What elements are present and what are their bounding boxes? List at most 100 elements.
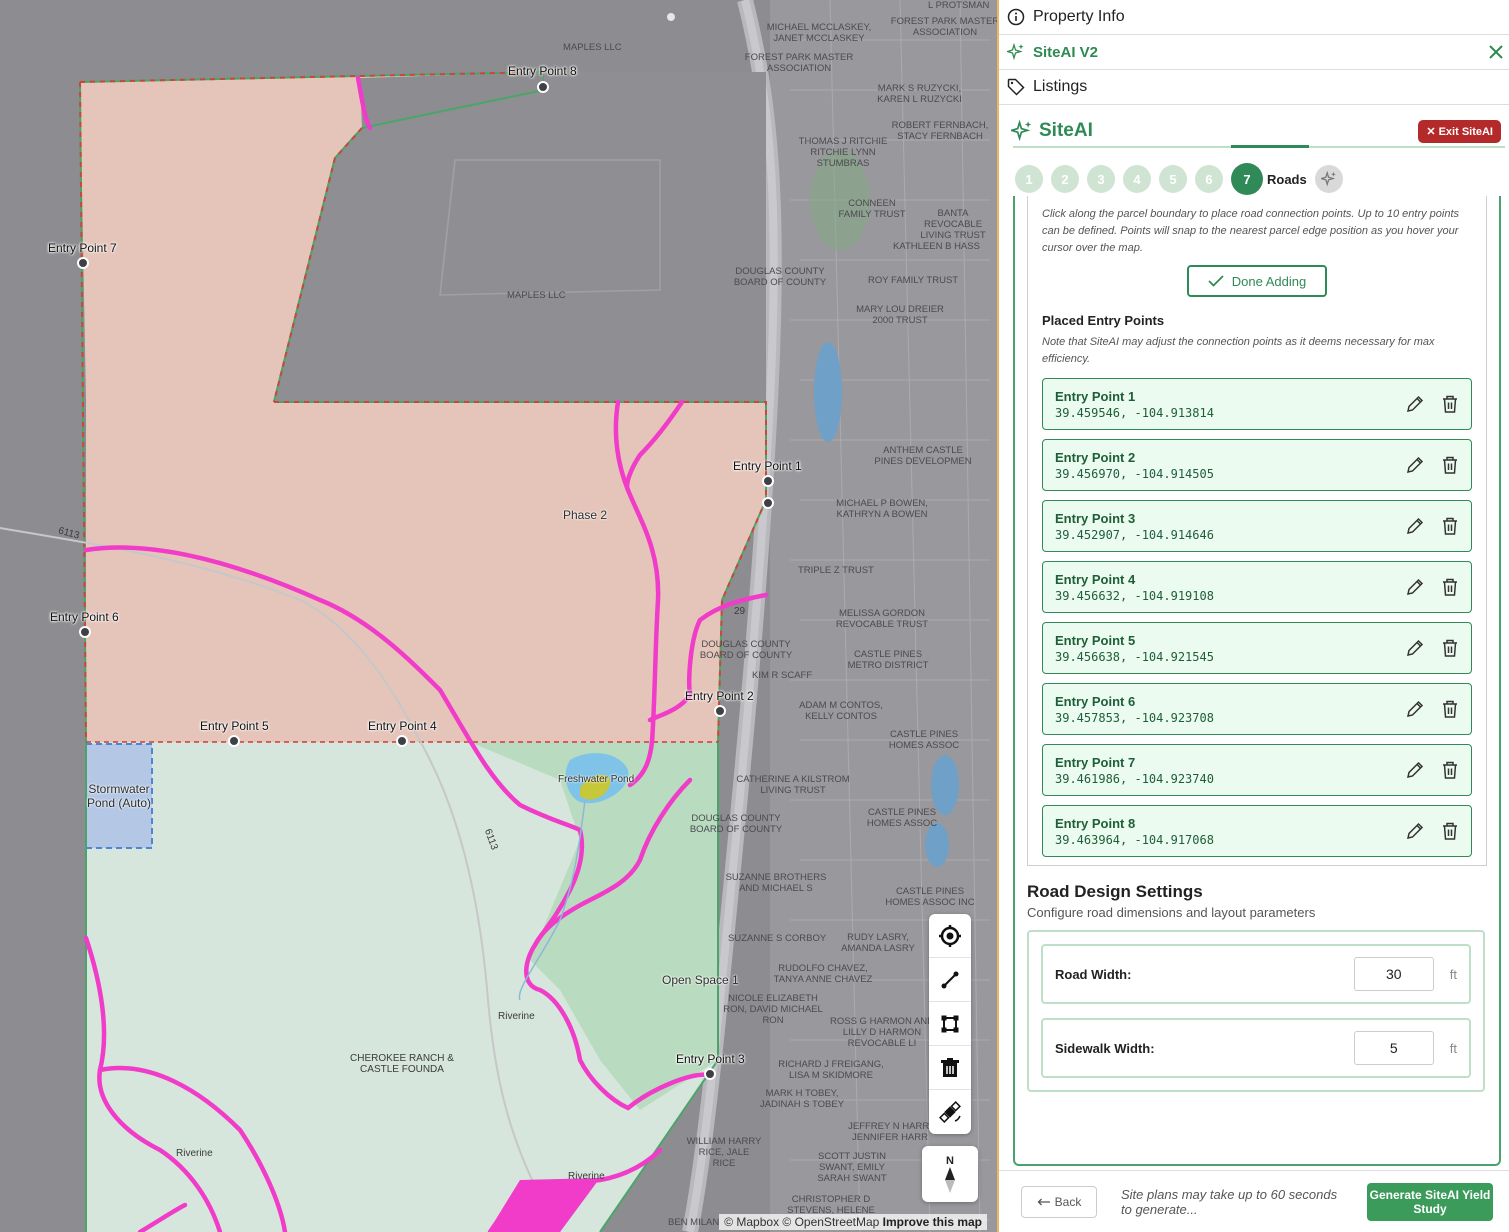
- map-attribution: © Mapbox © OpenStreetMap Improve this ma…: [719, 1214, 987, 1230]
- entry-point-marker[interactable]: [77, 257, 89, 269]
- done-adding-button[interactable]: Done Adding: [1187, 265, 1327, 297]
- close-icon[interactable]: [1489, 45, 1503, 59]
- delete-trash-icon[interactable]: [1441, 760, 1459, 780]
- entry-point-coords: 39.461986, -104.923740: [1055, 771, 1214, 786]
- entry-point-marker[interactable]: [396, 735, 408, 747]
- roads-step-content[interactable]: Click along the parcel boundary to place…: [1013, 196, 1501, 1166]
- satellite-toggle-button[interactable]: [929, 1090, 971, 1134]
- placed-entry-note: Note that SiteAI may adjust the connecti…: [1042, 336, 1435, 365]
- parcel-label: DOUGLAS COUNTY BOARD OF COUNTY: [689, 813, 783, 835]
- entry-point-coords: 39.456970, -104.914505: [1055, 466, 1214, 481]
- improve-map-link[interactable]: Improve this map: [883, 1215, 982, 1229]
- parcel-label: SUZANNE S CORBOY: [728, 933, 827, 944]
- edit-pencil-icon[interactable]: [1405, 760, 1425, 780]
- generate-yield-study-button[interactable]: Generate SiteAI Yield Study: [1367, 1182, 1493, 1221]
- entry-point-card[interactable]: Entry Point 1 39.459546, -104.913814: [1042, 378, 1472, 430]
- entry-point-marker[interactable]: [762, 475, 774, 487]
- delete-trash-icon[interactable]: [1441, 699, 1459, 719]
- property-info-row[interactable]: Property Info: [999, 0, 1509, 35]
- step-3[interactable]: 3: [1087, 165, 1115, 193]
- entry-point-info: Entry Point 3 39.452907, -104.914646: [1055, 511, 1214, 542]
- generation-note: Site plans may take up to 60 seconds to …: [1121, 1186, 1338, 1217]
- step-2[interactable]: 2: [1051, 165, 1079, 193]
- check-icon: [1208, 275, 1224, 287]
- entry-point-marker[interactable]: [714, 705, 726, 717]
- exit-siteai-button[interactable]: ✕ Exit SiteAI: [1418, 119, 1501, 143]
- edit-pencil-icon[interactable]: [1405, 394, 1425, 414]
- compass-button[interactable]: N: [922, 1146, 978, 1202]
- edit-pencil-icon[interactable]: [1405, 699, 1425, 719]
- parcel-label: MARK H TOBEY, JADINAH S TOBEY: [759, 1088, 845, 1110]
- siteai-v2-row[interactable]: SiteAI V2: [999, 35, 1509, 70]
- compass-needle-icon: [945, 1167, 955, 1193]
- entry-point-actions: [1405, 577, 1459, 597]
- delete-trash-icon[interactable]: [1441, 577, 1459, 597]
- sidewalk-width-input[interactable]: 5: [1353, 1031, 1434, 1065]
- step-4[interactable]: 4: [1123, 165, 1151, 193]
- entry-point-card[interactable]: Entry Point 8 39.463964, -104.917068: [1042, 805, 1472, 857]
- sidewalk-width-row: Sidewalk Width: 5 ft: [1041, 1018, 1471, 1078]
- boundary-vertex-marker[interactable]: [762, 497, 774, 509]
- sidewalk-width-unit: ft: [1449, 1040, 1457, 1056]
- entry-point-card[interactable]: Entry Point 3 39.452907, -104.914646: [1042, 500, 1472, 552]
- entry-point-marker[interactable]: [79, 626, 91, 638]
- entry-point-card[interactable]: Entry Point 6 39.457853, -104.923708: [1042, 683, 1472, 735]
- delete-trash-icon[interactable]: [1441, 821, 1459, 841]
- entry-point-card[interactable]: Entry Point 2 39.456970, -104.914505: [1042, 439, 1472, 491]
- parcel-label: ROSS G HARMON AND LILLY D HARMON REVOCAB…: [830, 1016, 934, 1049]
- step-1[interactable]: 1: [1015, 165, 1043, 193]
- line-tool-icon: [941, 971, 959, 988]
- entry-point-marker[interactable]: [704, 1068, 716, 1080]
- step-5[interactable]: 5: [1159, 165, 1187, 193]
- entry-point-marker[interactable]: [537, 81, 549, 93]
- tag-icon: [1007, 78, 1025, 96]
- entry-point-name: Entry Point 7: [1055, 754, 1136, 770]
- delete-shape-button[interactable]: [929, 1046, 971, 1090]
- edit-pencil-icon[interactable]: [1405, 577, 1425, 597]
- edit-pencil-icon[interactable]: [1405, 516, 1425, 536]
- water-label: Riverine: [498, 1011, 535, 1022]
- parcel-label: FOREST PARK MASTER ASSOCIATION: [890, 16, 997, 38]
- edit-pencil-icon[interactable]: [1405, 638, 1425, 658]
- entry-point-name: Entry Point 5: [1055, 632, 1136, 648]
- info-icon: [1007, 8, 1025, 26]
- delete-trash-icon[interactable]: [1441, 638, 1459, 658]
- road-width-label: Road Width:: [1055, 966, 1132, 982]
- step-siteai[interactable]: [1314, 165, 1343, 193]
- delete-trash-icon[interactable]: [1441, 516, 1459, 536]
- step-6[interactable]: 6: [1195, 165, 1223, 193]
- parcel-label: MICHAEL MCCLASKEY, JANET MCCLASKEY: [766, 22, 872, 44]
- entry-point-label: Entry Point 6: [50, 610, 119, 624]
- delete-trash-icon[interactable]: [1441, 394, 1459, 414]
- road-width-row: Road Width: 30 ft: [1041, 944, 1471, 1004]
- edit-pencil-icon[interactable]: [1405, 455, 1425, 475]
- sparkle-icon: [1007, 43, 1024, 61]
- back-button[interactable]: Back: [1021, 1185, 1097, 1218]
- edit-pencil-icon[interactable]: [1405, 821, 1425, 841]
- entry-point-card[interactable]: Entry Point 4 39.456632, -104.919108: [1042, 561, 1472, 613]
- entry-point-card[interactable]: Entry Point 5 39.456638, -104.921545: [1042, 622, 1472, 674]
- entry-point-list: Entry Point 1 39.459546, -104.913814 Entry…: [1042, 378, 1472, 857]
- attribution-text[interactable]: © Mapbox © OpenStreetMap: [724, 1215, 879, 1229]
- entry-point-actions: [1405, 699, 1459, 719]
- road-width-input[interactable]: 30: [1353, 957, 1434, 991]
- step-7[interactable]: 7: [1231, 163, 1263, 195]
- siteai-header: SiteAI ✕ Exit SiteAI: [999, 105, 1509, 157]
- map-view[interactable]: MAPLES LLC MAPLES LLC MICHAEL MCCLASKEY,…: [0, 0, 997, 1232]
- placed-entry-title: Placed Entry Points: [1042, 313, 1165, 328]
- parcel-label: SUZANNE BROTHERS AND MICHAEL S: [725, 872, 827, 894]
- entry-point-marker[interactable]: [228, 735, 240, 747]
- entry-point-coords: 39.456632, -104.919108: [1055, 588, 1214, 603]
- parcel-label: ADAM M CONTOS, KELLY CONTOS: [799, 700, 883, 722]
- listings-row[interactable]: Listings: [999, 70, 1509, 105]
- draw-line-button[interactable]: [929, 958, 971, 1002]
- parcel-label: KATHLEEN B HASS: [893, 241, 980, 252]
- locate-button[interactable]: [929, 914, 971, 958]
- parcel-label: SCOTT JUSTIN SWANT, EMILY SARAH SWANT: [817, 1151, 887, 1184]
- entry-point-actions: [1405, 760, 1459, 780]
- draw-polygon-button[interactable]: [929, 1002, 971, 1046]
- delete-trash-icon[interactable]: [1441, 455, 1459, 475]
- panel-footer: Back Site plans may take up to 60 second…: [999, 1170, 1509, 1232]
- parcel-label: CASTLE PINES METRO DISTRICT: [847, 649, 929, 671]
- entry-point-card[interactable]: Entry Point 7 39.461986, -104.923740: [1042, 744, 1472, 796]
